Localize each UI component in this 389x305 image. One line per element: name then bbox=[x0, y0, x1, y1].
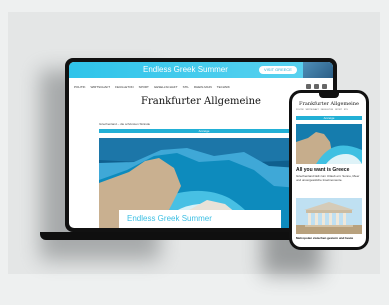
phone-nav-item[interactable]: FEUILLETON bbox=[321, 109, 333, 113]
temple-illustration bbox=[296, 198, 362, 234]
nav-item[interactable]: SPORT bbox=[139, 85, 149, 89]
phone-nav-item[interactable]: STIL bbox=[344, 109, 348, 113]
breadcrumb: Griechenland – die schönsten Strände bbox=[99, 122, 151, 126]
nav-item[interactable]: GESELLSCHAFT bbox=[154, 85, 178, 89]
search-icon[interactable] bbox=[314, 84, 319, 89]
ad-image bbox=[303, 62, 333, 78]
nav-item[interactable]: TECHNIK bbox=[217, 85, 230, 89]
ad-banner[interactable]: Endless Greek Summer VISIT GREECE bbox=[69, 62, 333, 78]
phone-device: Frankfurter Allgemeine POLITIK WIRTSCHAF… bbox=[289, 90, 369, 250]
phone-nav-item[interactable]: POLITIK bbox=[296, 109, 304, 113]
phone-image-caption: Metropolen zwischen gestern und heute bbox=[296, 236, 354, 240]
temple-image[interactable] bbox=[296, 198, 362, 234]
nav-icons bbox=[306, 84, 327, 89]
ad-title: Endless Greek Summer bbox=[143, 65, 228, 74]
phone-screen: Frankfurter Allgemeine POLITIK WIRTSCHAF… bbox=[292, 93, 366, 247]
nav-item[interactable]: STIL bbox=[183, 85, 189, 89]
phone-headline: All you want is Greece bbox=[296, 167, 350, 173]
user-icon[interactable] bbox=[306, 84, 311, 89]
phone-notch bbox=[319, 93, 339, 98]
promo-bar[interactable]: Anzeige bbox=[99, 129, 309, 133]
menu-icon[interactable] bbox=[322, 84, 327, 89]
laptop-base bbox=[40, 232, 322, 240]
phone-promo-bar[interactable]: Anzeige bbox=[296, 116, 362, 120]
hero-caption-box: Endless Greek Summer bbox=[119, 210, 281, 228]
hero-title: Endless Greek Summer bbox=[127, 214, 212, 223]
hero-image[interactable]: Endless Greek Summer bbox=[99, 138, 299, 228]
phone-nav-item[interactable]: SPORT bbox=[335, 109, 342, 113]
nav-item[interactable]: FEUILLETON bbox=[115, 85, 133, 89]
nav-item[interactable]: RHEIN-MAIN bbox=[194, 85, 212, 89]
phone-body-text: Griechenland lädt zum Urlaub ein: Sonne,… bbox=[296, 174, 360, 182]
phone-beach-illustration bbox=[296, 124, 362, 164]
phone-masthead[interactable]: Frankfurter Allgemeine bbox=[292, 101, 366, 107]
phone-nav-item[interactable]: WIRTSCHAFT bbox=[306, 109, 319, 113]
visit-greece-button[interactable]: VISIT GREECE bbox=[259, 66, 297, 74]
phone-nav: POLITIK WIRTSCHAFT FEUILLETON SPORT STIL bbox=[296, 109, 362, 113]
phone-hero-image[interactable] bbox=[296, 124, 362, 164]
nav-item[interactable]: POLITIK bbox=[74, 85, 86, 89]
nav-item[interactable]: WIRTSCHAFT bbox=[91, 85, 111, 89]
